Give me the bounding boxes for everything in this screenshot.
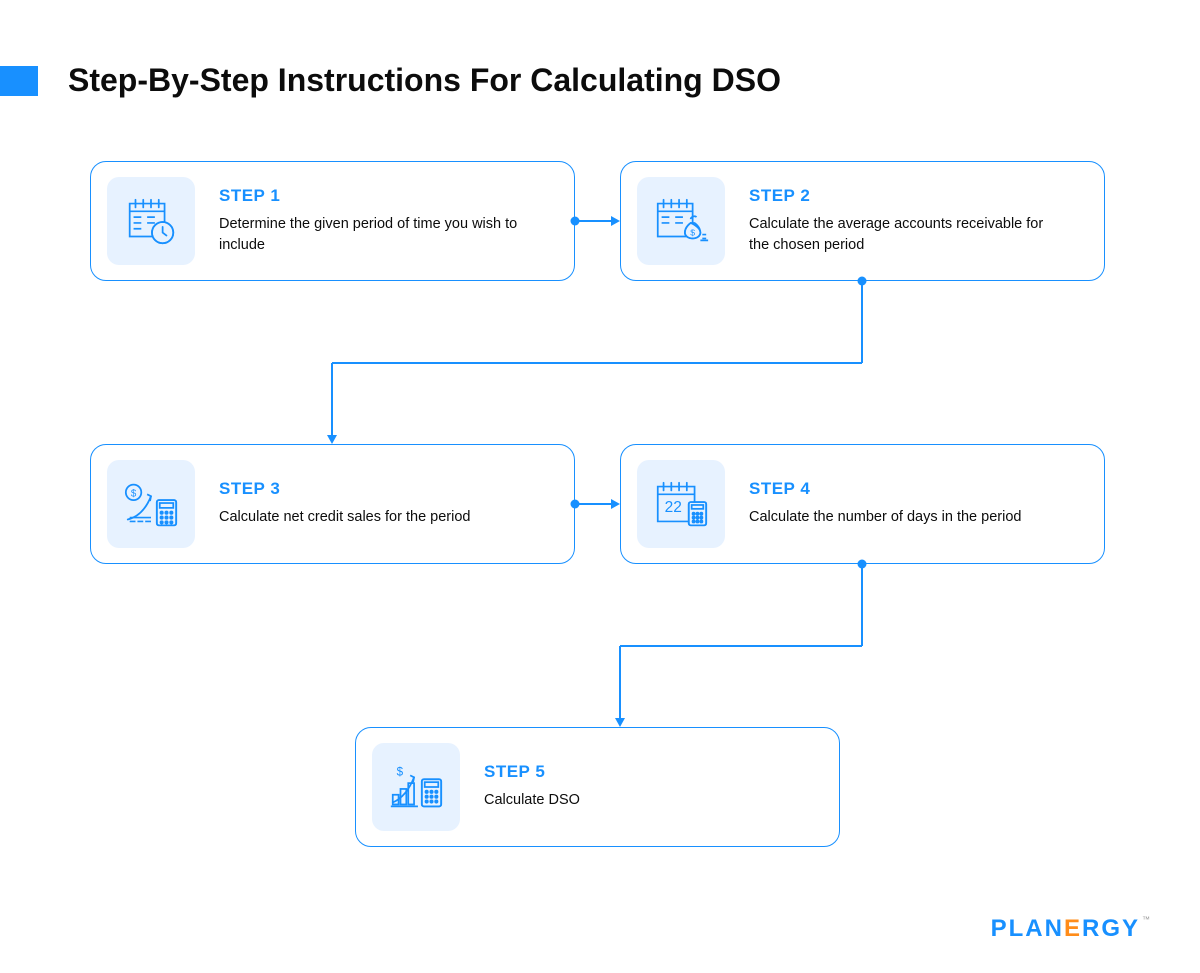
step-card-1: STEP 1 Determine the given period of tim… [90, 161, 575, 281]
step-label: STEP 1 [219, 186, 558, 206]
step-description: Determine the given period of time you w… [219, 214, 519, 256]
step-label: STEP 4 [749, 479, 1088, 499]
page-title-bar: Step-By-Step Instructions For Calculatin… [0, 62, 781, 99]
brand-logo: PLANERGY™ [991, 915, 1152, 943]
page-title: Step-By-Step Instructions For Calculatin… [68, 62, 781, 99]
step-label: STEP 2 [749, 186, 1088, 206]
calendar-clock-icon [107, 177, 195, 265]
growth-calculator-icon: $ [107, 460, 195, 548]
step-description: Calculate net credit sales for the perio… [219, 507, 519, 528]
step-description: Calculate the number of days in the peri… [749, 507, 1049, 528]
calendar-days-icon: 22 [637, 460, 725, 548]
svg-text:$: $ [690, 228, 695, 238]
step-card-5: $ STEP 5 Calculate DSO [355, 727, 840, 847]
step-label: STEP 3 [219, 479, 558, 499]
title-accent-block [0, 66, 38, 96]
step-label: STEP 5 [484, 762, 823, 782]
svg-text:$: $ [131, 488, 137, 499]
svg-text:$: $ [397, 765, 404, 778]
step-card-3: $ STEP 3 Calculate net credit sales for … [90, 444, 575, 564]
calendar-money-icon: $ [637, 177, 725, 265]
step-description: Calculate DSO [484, 790, 784, 811]
svg-text:22: 22 [665, 499, 682, 516]
chart-calculator-icon: $ [372, 743, 460, 831]
step-description: Calculate the average accounts receivabl… [749, 214, 1049, 256]
step-card-2: $ STEP 2 Calculate the average accounts … [620, 161, 1105, 281]
step-card-4: 22 STEP 4 Calculate the number of days i… [620, 444, 1105, 564]
